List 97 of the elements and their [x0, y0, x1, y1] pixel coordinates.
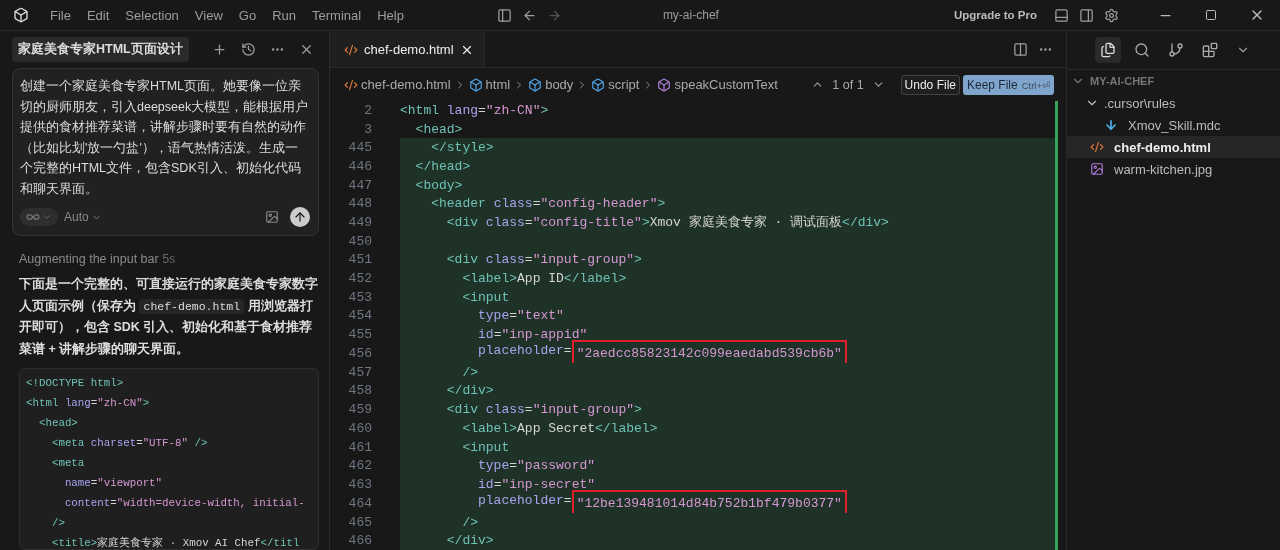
code-icon — [344, 77, 358, 92]
prompt-text: 创建一个家庭美食专家HTML页面。她要像一位亲切的厨师朋友，引入deepseek大模型，能根据用户提供的食材推荐菜谱，讲解步骤时要有自然的动作（比如比划'放一勺盐'），语气热情活泼。生成一个完整的HTML文件，包含SDK引入、初始化代码和聊天界面。 — [20, 78, 310, 198]
line-number: 452 — [347, 271, 372, 287]
line-number: 450 — [347, 233, 372, 249]
files-icon[interactable] — [1095, 37, 1121, 63]
model-selector[interactable]: Auto — [64, 210, 102, 225]
code-line: <header class="config-header"> — [430, 196, 666, 212]
line-number: 459 — [347, 402, 372, 418]
code-line: <head> — [37, 416, 79, 432]
code-line: <meta — [50, 456, 86, 472]
code-line: </div> — [445, 383, 494, 399]
mode-selector[interactable] — [20, 208, 58, 227]
code-line: </head> — [414, 158, 471, 174]
code-line: <input — [461, 289, 510, 305]
menu-item[interactable]: Go — [230, 7, 265, 23]
line-number: 449 — [347, 214, 372, 230]
code-line: type="password" — [477, 458, 596, 474]
line-number: 465 — [347, 514, 372, 530]
code-line: <div class="config-title">Xmov 家庭美食专家 · 调试面板</div> — [445, 214, 889, 232]
code-line: placeholder= — [477, 492, 572, 510]
line-number: 457 — [347, 364, 372, 380]
code-line: <html lang="zh-CN"> — [26, 396, 151, 412]
highlighted-code: "2aedcc85823142c099eaedabd539cb6b" — [574, 342, 844, 364]
code-line: content="width=device-width, initial- — [63, 496, 306, 512]
line-number: 454 — [347, 308, 372, 324]
tree-item[interactable]: warm-kitchen.jpg — [1067, 158, 1280, 180]
tree-item[interactable]: chef-demo.html — [1067, 136, 1280, 158]
code-line: <meta charset="UTF-8" /> — [50, 436, 209, 452]
code-line: /> — [50, 516, 66, 532]
breadcrumb-item[interactable]: html — [468, 77, 511, 92]
code-line: <title>家庭美食专家 · Xmov AI Chef</titl — [50, 535, 301, 549]
code-line: <!DOCTYPE html> — [26, 376, 125, 392]
highlighted-code: "12be139481014d84b752b1bf479b0377" — [574, 492, 844, 514]
line-number: 463 — [347, 476, 372, 492]
line-number: 447 — [347, 177, 372, 193]
keep-file-button[interactable]: Keep File Ctrl+⏎ — [962, 74, 1054, 95]
line-number: 455 — [347, 327, 372, 343]
menu-item[interactable]: Help — [369, 7, 412, 23]
code-line: id="inp-appid" — [477, 327, 588, 343]
line-number: 458 — [347, 383, 372, 399]
code-line: <label>App ID</label> — [461, 271, 627, 287]
tree-item[interactable]: Xmov_Skill.mdc — [1067, 114, 1280, 136]
line-number: 456 — [347, 345, 372, 361]
line-number: 446 — [347, 158, 372, 174]
code-line: <label>App Secret</label> — [461, 420, 658, 436]
change-counter: 1 of 1 — [832, 77, 864, 92]
breadcrumb-item[interactable]: chef-demo.html — [344, 77, 451, 92]
menu-item[interactable]: Terminal — [304, 7, 370, 23]
code-line: </div> — [445, 533, 494, 549]
line-number: 464 — [347, 495, 372, 511]
line-number: 466 — [347, 533, 372, 549]
editor-tab[interactable]: chef-demo.html — [330, 31, 485, 67]
code-line: /> — [461, 364, 478, 380]
code-line: </style> — [430, 140, 494, 156]
tree-item[interactable]: MY-AI-CHEF — [1067, 70, 1280, 92]
chat-title: 家庭美食专家HTML页面设计 — [12, 37, 189, 63]
arrow-up-icon — [293, 210, 307, 225]
line-number: 453 — [347, 289, 372, 305]
code-line: placeholder= — [477, 342, 572, 360]
breadcrumb-item[interactable]: speakCustomText — [657, 77, 778, 92]
menu-item[interactable]: Edit — [78, 7, 118, 23]
upgrade-link[interactable]: Upgrade to Pro — [953, 9, 1037, 21]
code-line: id="inp-secret" — [477, 476, 596, 492]
tree-item[interactable]: .cursor\rules — [1067, 92, 1280, 114]
undo-file-button[interactable]: Undo File — [900, 74, 960, 95]
breadcrumb-item[interactable]: script — [591, 77, 640, 92]
menu-item[interactable]: File — [42, 7, 79, 23]
window-title: my-ai-chef — [662, 8, 719, 22]
reply-paragraph: 下面是一个完整的、可直接运行的家庭美食专家数字人页面示例（保存为 chef-demo.html 用浏览器打开即可），包含 SDK 引入、初始化和基于食材推荐菜谱 + 讲解步骤的聊天界面。 — [19, 275, 319, 358]
cube-icon — [591, 77, 606, 92]
code-line: <html lang="zh-CN"> — [400, 102, 549, 118]
line-number: 460 — [347, 420, 372, 436]
code-line: <div class="input-group"> — [445, 252, 642, 268]
code-line: type="text" — [477, 308, 564, 324]
cube-icon — [528, 77, 543, 92]
menu-item[interactable]: View — [186, 7, 231, 23]
menu-item[interactable]: Selection — [117, 7, 187, 23]
code-line: <input — [461, 439, 510, 455]
line-number: 448 — [347, 196, 372, 212]
code-line: /> — [461, 514, 478, 530]
code-line: name="viewport" — [63, 476, 164, 492]
status-text: Augmenting the input bar 5s — [19, 252, 177, 267]
send-button[interactable] — [290, 207, 310, 228]
code-line: <body> — [414, 177, 463, 193]
code-line: <div class="input-group"> — [445, 402, 642, 418]
line-number: 445 — [347, 140, 372, 156]
code-icon — [344, 42, 358, 57]
breadcrumb-item[interactable]: body — [528, 77, 574, 92]
menu-item[interactable]: Run — [264, 7, 304, 23]
code-line: <head> — [414, 121, 463, 137]
cube-icon — [657, 77, 672, 92]
line-number: 461 — [347, 439, 372, 455]
cube-icon — [468, 77, 483, 92]
line-number: 451 — [347, 252, 372, 268]
line-number: 3 — [363, 121, 372, 137]
line-number: 462 — [347, 458, 372, 474]
line-number: 2 — [363, 102, 372, 118]
